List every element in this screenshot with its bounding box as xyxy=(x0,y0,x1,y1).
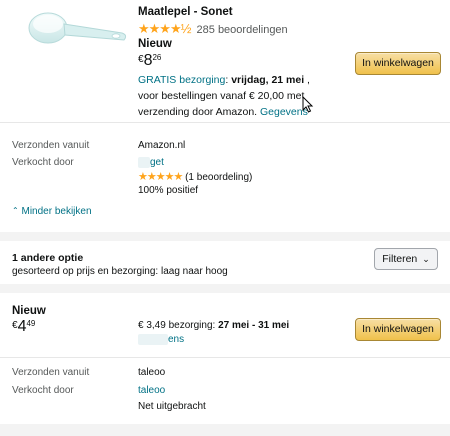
divider xyxy=(0,357,450,358)
product-title[interactable]: Maatlepel - Sonet xyxy=(138,6,233,18)
offer-add-to-cart-button[interactable]: In winkelwagen xyxy=(355,318,441,341)
offer-seller-note: Net uitgebracht xyxy=(138,401,206,412)
delivery-separator: : xyxy=(225,74,229,86)
offer-sold-by-label: Verkocht door xyxy=(12,385,74,396)
delivery-line1-tail: , xyxy=(304,74,310,86)
offer-shipped-from-value: taleoo xyxy=(138,367,166,378)
divider xyxy=(0,122,450,123)
price-fraction: 49 xyxy=(26,319,36,328)
redacted-block xyxy=(138,157,150,168)
filter-button[interactable]: Filteren ⌄ xyxy=(374,248,438,270)
product-image[interactable] xyxy=(18,6,130,52)
delivery-info: GRATIS bezorging: vrijdag, 21 mei , voor… xyxy=(138,72,348,120)
section-separator xyxy=(0,284,450,293)
offer-shipping-price: € 3,49 bezorging: xyxy=(138,320,216,331)
offer-seller-link[interactable]: ens xyxy=(168,334,184,345)
delivery-line-1: GRATIS bezorging: vrijdag, 21 mei , xyxy=(138,72,348,88)
mouse-cursor-icon xyxy=(302,95,314,116)
section-separator xyxy=(0,232,450,241)
product-rating[interactable]: ★★★★½ 285 beoordelingen xyxy=(138,21,288,37)
product-condition: Nieuw xyxy=(138,38,172,50)
section-separator xyxy=(0,424,450,436)
seller-stars-icon: ★★★★★ xyxy=(138,171,183,183)
details-link[interactable]: Gegevens xyxy=(260,106,308,118)
seller-link[interactable]: get xyxy=(150,157,164,168)
delivery-line-3: verzending door Amazon. Gegevens xyxy=(138,104,348,120)
rating-stars-icon: ★★★★½ xyxy=(138,21,191,36)
seller-rating[interactable]: ★★★★★ (1 beoordeling) xyxy=(138,170,252,183)
offer-shipping-dates: 27 mei - 31 mei xyxy=(218,320,290,331)
offer-price: €449 xyxy=(12,318,35,336)
shipped-from-label: Verzonden vanuit xyxy=(12,140,90,151)
delivery-line-2: voor bestellingen vanaf € 20,00 met xyxy=(138,90,305,102)
show-less-label: Minder bekijken xyxy=(21,206,92,217)
price-currency: € xyxy=(12,320,18,331)
offer-seller[interactable]: ens xyxy=(138,334,184,345)
sold-by-value[interactable]: get xyxy=(138,157,164,168)
product-price: €826 xyxy=(138,52,161,70)
rating-count: 285 beoordelingen xyxy=(196,24,288,36)
offer-shipping: € 3,49 bezorging: 27 mei - 31 mei xyxy=(138,320,289,331)
delivery-date: vrijdag, 21 mei xyxy=(231,74,305,86)
price-currency: € xyxy=(138,54,144,65)
price-fraction: 26 xyxy=(152,53,162,62)
offer-shipped-from-label: Verzonden vanuit xyxy=(12,367,90,378)
free-delivery-link[interactable]: GRATIS bezorging xyxy=(138,74,225,86)
filter-label: Filteren xyxy=(382,253,418,265)
show-less-link[interactable]: ⌃ Minder bekijken xyxy=(12,206,92,217)
redacted-block xyxy=(138,334,168,345)
other-options-title: 1 andere optie xyxy=(12,252,84,264)
other-options-subtitle: gesorteerd op prijs en bezorging: laag n… xyxy=(12,266,228,277)
chevron-up-icon: ⌃ xyxy=(12,206,19,215)
seller-rating-count: (1 beoordeling) xyxy=(185,172,253,183)
delivery-line3-text: verzending door Amazon. xyxy=(138,106,258,118)
sold-by-label: Verkocht door xyxy=(12,157,74,168)
seller-positive: 100% positief xyxy=(138,185,199,196)
shipped-from-value: Amazon.nl xyxy=(138,140,186,151)
offer-sold-by-link[interactable]: taleoo xyxy=(138,385,165,396)
add-to-cart-button[interactable]: In winkelwagen xyxy=(355,52,441,75)
chevron-down-icon: ⌄ xyxy=(422,254,430,264)
offer-condition: Nieuw xyxy=(12,305,46,317)
